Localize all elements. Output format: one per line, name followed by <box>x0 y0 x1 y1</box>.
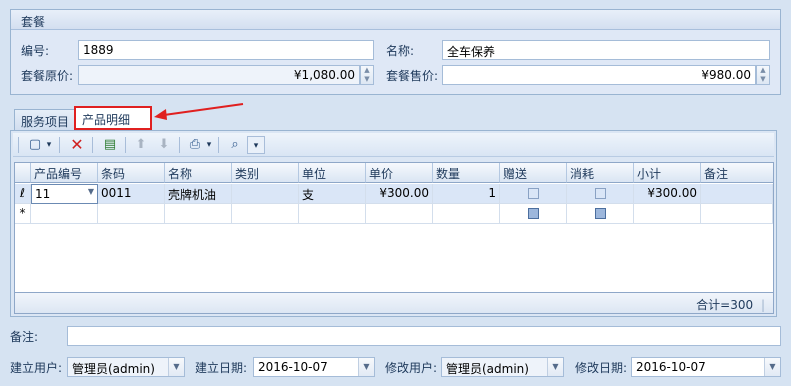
remark-cell[interactable] <box>701 184 773 204</box>
new-dropdown-icon[interactable]: ▾ <box>43 136 55 154</box>
col-header-name[interactable]: 名称 <box>165 163 232 183</box>
delete-icon[interactable]: ✕ <box>67 136 87 154</box>
move-down-icon[interactable]: ⬇ <box>154 136 174 154</box>
col-header-qty[interactable]: 数量 <box>433 163 500 183</box>
col-header-unit[interactable]: 单位 <box>299 163 366 183</box>
consume-checkbox[interactable] <box>594 188 606 199</box>
code-label: 编号: <box>21 44 50 58</box>
created-by-field[interactable]: 管理员(admin) ▼ <box>67 357 185 377</box>
new-row-cell[interactable] <box>433 204 500 224</box>
new-row-indicator-icon: * <box>15 204 31 224</box>
name-label: 名称: <box>386 44 415 58</box>
remark-label: 备注: <box>10 330 39 344</box>
price-cell[interactable]: ¥300.00 <box>366 184 433 204</box>
new-icon[interactable]: ▢ <box>25 136 45 154</box>
new-row-cell[interactable] <box>634 204 701 224</box>
gift-cell[interactable] <box>500 184 567 204</box>
new-row-cell[interactable] <box>98 204 165 224</box>
grid-toolbar: ▢ ▾ ✕ ▤ ⬆ ⬇ ⎙ ▾ ⌕ ▾ <box>13 133 774 157</box>
col-header-subtotal[interactable]: 小计 <box>634 163 701 183</box>
col-header-category[interactable]: 类别 <box>232 163 299 183</box>
save-icon[interactable]: ▤ <box>100 136 120 154</box>
modified-date-value: 2016-10-07 <box>636 360 706 374</box>
created-by-value: 管理员(admin) <box>72 362 155 376</box>
modified-by-label: 修改用户: <box>385 361 438 375</box>
consume-cell[interactable] <box>567 184 634 204</box>
product-code-value: 11 <box>35 187 51 201</box>
sale-price-field[interactable]: ¥980.00 <box>442 65 756 85</box>
modified-date-label: 修改日期: <box>575 361 628 375</box>
created-date-field[interactable]: 2016-10-07 ▼ <box>253 357 375 377</box>
category-cell[interactable] <box>232 184 299 204</box>
total-summary: 合计=300 <box>696 298 754 312</box>
product-code-cell[interactable]: 11 ▼ <box>31 184 98 204</box>
row-edit-indicator-icon: ℓ <box>15 184 31 204</box>
modified-by-dropdown-icon[interactable]: ▼ <box>547 358 563 376</box>
print-dropdown-icon[interactable]: ▾ <box>203 136 215 154</box>
col-header-product-code[interactable]: 产品编号 <box>31 163 98 183</box>
group-title: 套餐 <box>11 10 780 30</box>
new-row-cell[interactable] <box>165 204 232 224</box>
tab-service-items[interactable]: 服务项目 <box>14 109 77 131</box>
col-header-consume[interactable]: 消耗 <box>567 163 634 183</box>
modified-by-field[interactable]: 管理员(admin) ▼ <box>441 357 564 377</box>
created-date-dropdown-icon[interactable]: ▼ <box>358 358 374 376</box>
new-row-cell[interactable] <box>299 204 366 224</box>
sale-price-spinner[interactable]: ▲ ▼ <box>756 65 770 85</box>
subtotal-cell[interactable]: ¥300.00 <box>634 184 701 204</box>
created-date-value: 2016-10-07 <box>258 360 328 374</box>
created-by-label: 建立用户: <box>10 361 63 375</box>
annotation-arrow-icon <box>154 103 244 120</box>
new-row-cell[interactable] <box>232 204 299 224</box>
col-header-remark[interactable]: 备注 <box>701 163 773 183</box>
orig-price-spinner[interactable]: ▲ ▼ <box>360 65 374 85</box>
product-code-dropdown-icon[interactable]: ▼ <box>88 187 94 196</box>
new-row-cell[interactable] <box>701 204 773 224</box>
product-panel: ▢ ▾ ✕ ▤ ⬆ ⬇ ⎙ ▾ ⌕ ▾ 产品编号 条码 名称 类别 单位 单价 … <box>10 130 777 317</box>
new-row-consume-checkbox[interactable] <box>594 208 606 219</box>
created-by-dropdown-icon[interactable]: ▼ <box>168 358 184 376</box>
name-field[interactable]: 全车保养 <box>442 40 770 60</box>
orig-price-field[interactable]: ¥1,080.00 <box>78 65 360 85</box>
modified-by-value: 管理员(admin) <box>446 362 529 376</box>
barcode-cell[interactable]: 0011 <box>98 184 165 204</box>
col-header-barcode[interactable]: 条码 <box>98 163 165 183</box>
product-grid: 产品编号 条码 名称 类别 单位 单价 数量 赠送 消耗 小计 备注 ℓ 11 … <box>14 162 774 314</box>
package-group: 套餐 编号: 1889 名称: 全车保养 套餐原价: ¥1,080.00 ▲ ▼ … <box>10 9 781 95</box>
preview-dropdown-icon[interactable]: ▾ <box>247 136 265 154</box>
created-date-label: 建立日期: <box>195 361 248 375</box>
tab-product-details[interactable]: 产品明细 <box>74 106 152 130</box>
new-row-cell[interactable] <box>366 204 433 224</box>
name-cell[interactable]: 壳牌机油 <box>165 184 232 204</box>
modified-date-dropdown-icon[interactable]: ▼ <box>764 358 780 376</box>
grid-footer: 合计=300 | <box>15 292 773 313</box>
new-row-cell[interactable] <box>31 204 98 224</box>
new-row-gift-checkbox[interactable] <box>527 208 539 219</box>
code-field[interactable]: 1889 <box>78 40 374 60</box>
new-row-consume-cell[interactable] <box>567 204 634 224</box>
col-header-price[interactable]: 单价 <box>366 163 433 183</box>
gift-checkbox[interactable] <box>527 188 539 199</box>
row-indicator-header <box>15 163 31 183</box>
remark-field[interactable] <box>67 326 781 346</box>
modified-date-field[interactable]: 2016-10-07 ▼ <box>631 357 781 377</box>
move-up-icon[interactable]: ⬆ <box>131 136 151 154</box>
new-row-gift-cell[interactable] <box>500 204 567 224</box>
unit-cell[interactable]: 支 <box>299 184 366 204</box>
print-icon[interactable]: ⎙ <box>185 136 205 154</box>
qty-cell[interactable]: 1 <box>433 184 500 204</box>
col-header-gift[interactable]: 赠送 <box>500 163 567 183</box>
preview-icon[interactable]: ⌕ <box>225 136 245 154</box>
orig-price-label: 套餐原价: <box>21 69 74 83</box>
sale-price-label: 套餐售价: <box>386 69 439 83</box>
